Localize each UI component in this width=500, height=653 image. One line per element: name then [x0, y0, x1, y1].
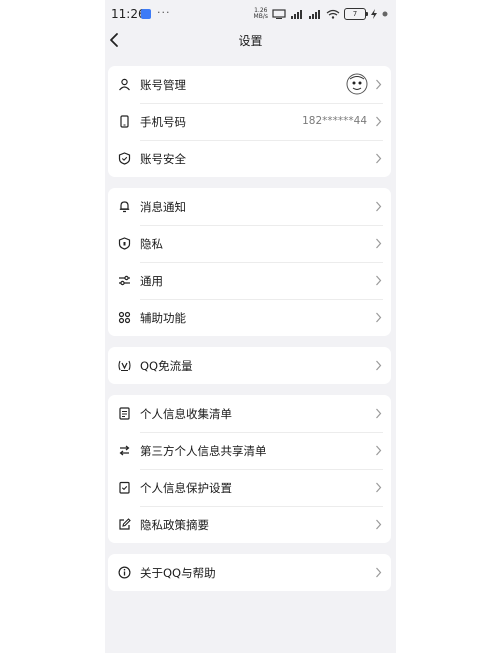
settings-screen: 11:26 ··· 1.26 MB/s 7 设置 账号管理 手机号码 182**…: [105, 0, 396, 653]
signal-icon: [118, 360, 131, 372]
protect-icon: [119, 481, 130, 494]
menu-item-label: 账号管理: [140, 78, 186, 92]
info-icon: [118, 566, 131, 579]
cellular-signal-2-icon: [309, 10, 320, 19]
phone-number-value: 182******44: [302, 115, 367, 127]
dot-icon: [382, 11, 388, 17]
menu-item-label: 账号安全: [140, 152, 186, 166]
menu-item-label: 手机号码: [140, 115, 186, 129]
menu-item-label: 关于QQ与帮助: [140, 566, 216, 580]
chevron-right-icon: [376, 79, 382, 90]
menu-item-label: 消息通知: [140, 200, 186, 214]
menu-item-qq-free-data[interactable]: QQ免流量: [108, 347, 391, 384]
page-title: 设置: [238, 34, 263, 48]
person-icon: [119, 78, 130, 91]
account-settings-group: 账号管理 手机号码 182******44 账号安全: [108, 66, 391, 177]
menu-item-label: 辅助功能: [140, 311, 186, 325]
screen-cast-icon: [272, 9, 286, 19]
personal-info-group: 个人信息收集清单 第三方个人信息共享清单 个人信息保护设置 隐私政策摘要: [108, 395, 391, 543]
shield-lock-icon: [118, 237, 131, 250]
avatar: [346, 73, 368, 95]
menu-item-about-and-help[interactable]: 关于QQ与帮助: [108, 554, 391, 591]
share-icon: [119, 445, 130, 456]
network-speed: 1.26 MB/s: [253, 7, 268, 20]
menu-item-label: 隐私: [140, 237, 163, 251]
sliders-icon: [119, 275, 130, 286]
chevron-right-icon: [376, 116, 382, 127]
chevron-right-icon: [376, 482, 382, 493]
bell-icon: [119, 201, 130, 213]
data-plan-group: QQ免流量: [108, 347, 391, 384]
chevron-right-icon: [376, 238, 382, 249]
app-notification-icon: [141, 9, 151, 19]
status-bar: 11:26 ··· 1.26 MB/s 7: [105, 0, 396, 30]
chevron-right-icon: [376, 519, 382, 530]
menu-item-accessibility[interactable]: 辅助功能: [108, 299, 391, 336]
general-settings-group: 消息通知 隐私 通用 辅助功能: [108, 188, 391, 336]
menu-item-label: QQ免流量: [140, 359, 193, 373]
menu-item-account-security[interactable]: 账号安全: [108, 140, 391, 177]
phone-icon: [120, 115, 129, 128]
edit-icon: [119, 518, 131, 530]
menu-item-phone-number[interactable]: 手机号码 182******44: [108, 103, 391, 140]
menu-item-personal-info-collection[interactable]: 个人信息收集清单: [108, 395, 391, 432]
menu-item-account-management[interactable]: 账号管理: [108, 66, 391, 103]
menu-item-label: 隐私政策摘要: [140, 518, 209, 532]
menu-item-general[interactable]: 通用: [108, 262, 391, 299]
charging-icon: [371, 9, 377, 19]
navigation-bar: 设置: [105, 28, 396, 52]
chevron-right-icon: [376, 445, 382, 456]
chevron-right-icon: [376, 153, 382, 164]
chevron-right-icon: [376, 408, 382, 419]
menu-item-third-party-sharing[interactable]: 第三方个人信息共享清单: [108, 432, 391, 469]
menu-item-privacy-policy-summary[interactable]: 隐私政策摘要: [108, 506, 391, 543]
menu-item-privacy[interactable]: 隐私: [108, 225, 391, 262]
chevron-right-icon: [376, 312, 382, 323]
cellular-signal-icon: [291, 10, 302, 19]
chevron-right-icon: [376, 360, 382, 371]
chevron-right-icon: [376, 275, 382, 286]
menu-item-label: 个人信息保护设置: [140, 481, 232, 495]
menu-item-label: 通用: [140, 274, 163, 288]
menu-item-personal-info-protection[interactable]: 个人信息保护设置: [108, 469, 391, 506]
status-icons: 1.26 MB/s 7: [254, 8, 388, 20]
wifi-icon: [326, 9, 340, 19]
menu-item-label: 个人信息收集清单: [140, 407, 232, 421]
shield-check-icon: [118, 152, 131, 165]
battery-icon: 7: [344, 8, 368, 20]
document-icon: [119, 407, 130, 420]
about-group: 关于QQ与帮助: [108, 554, 391, 591]
chevron-right-icon: [376, 567, 382, 578]
menu-item-label: 第三方个人信息共享清单: [140, 444, 267, 458]
more-notifications-indicator: ···: [157, 6, 171, 19]
menu-item-notifications[interactable]: 消息通知: [108, 188, 391, 225]
chevron-right-icon: [376, 201, 382, 212]
grid-icon: [118, 311, 131, 324]
